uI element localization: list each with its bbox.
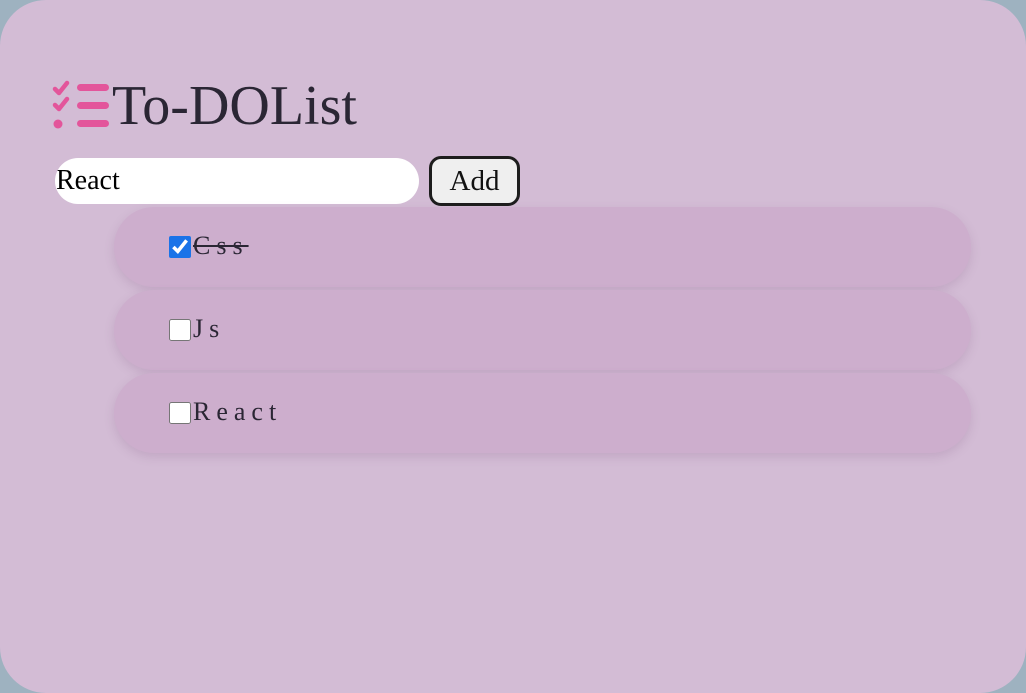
task-label: React (193, 397, 283, 426)
todo-card: To-DOList Add Css Js React (0, 0, 1026, 693)
page-title: To-DOList (112, 75, 357, 137)
checklist-icon (52, 80, 109, 129)
task-checkbox[interactable] (169, 319, 191, 341)
task-checkbox[interactable] (169, 236, 191, 258)
task-item: Css (114, 207, 971, 287)
task-list: Css Js React (114, 207, 971, 456)
task-item: React (114, 373, 971, 453)
task-checkbox[interactable] (169, 402, 191, 424)
task-item: Js (114, 290, 971, 370)
task-label: Css (193, 231, 249, 260)
task-label: Js (193, 314, 226, 343)
add-task-form: Add (55, 156, 520, 206)
task-input[interactable] (55, 158, 419, 204)
add-button[interactable]: Add (429, 156, 520, 206)
app-header: To-DOList (52, 76, 357, 136)
